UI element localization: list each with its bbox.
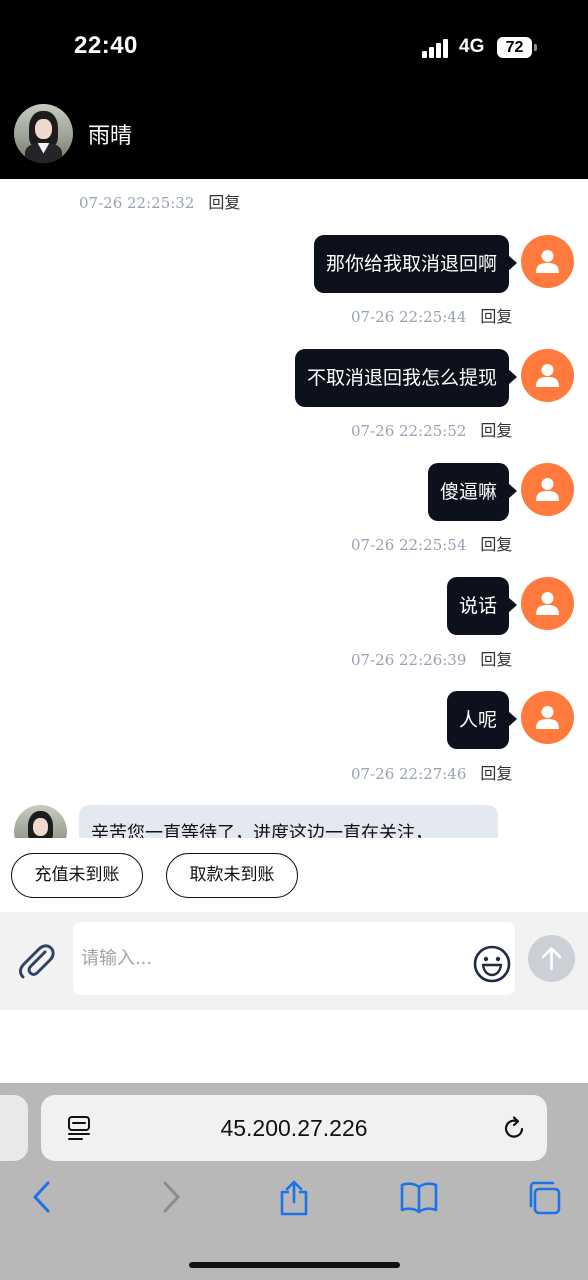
message-input[interactable]: [81, 922, 461, 995]
user-avatar: [521, 463, 574, 516]
address-bar[interactable]: 45.200.27.226: [41, 1095, 547, 1161]
emoji-icon[interactable]: [472, 944, 512, 988]
composer-bar: [0, 912, 588, 1010]
tabs-icon[interactable]: [526, 1180, 562, 1220]
reply-link[interactable]: 回复: [208, 193, 240, 212]
reply-link[interactable]: 回复: [480, 421, 512, 440]
previous-tab-preview[interactable]: [0, 1095, 28, 1161]
send-button[interactable]: [528, 935, 575, 982]
message-meta: 07-26 22:25:54 回复: [351, 531, 512, 555]
outgoing-message-bubble[interactable]: 人呢: [446, 691, 518, 749]
user-avatar: [521, 235, 574, 288]
quick-reply-bar: 充值未到账 取款未到账: [0, 838, 588, 912]
reply-link[interactable]: 回复: [480, 764, 512, 783]
message-timestamp: 07-26 22:27:46: [351, 765, 467, 783]
network-type: 4G: [459, 36, 485, 57]
contact-avatar[interactable]: [14, 104, 73, 163]
reply-link[interactable]: 回复: [480, 650, 512, 669]
battery-cap: [534, 44, 537, 51]
message-meta: 07-26 22:25:44 回复: [351, 303, 512, 327]
incoming-message-bubble[interactable]: 辛苦您一直等待了，进度这边一直在关注，: [79, 805, 498, 838]
user-avatar: [521, 349, 574, 402]
url-text[interactable]: 45.200.27.226: [41, 1115, 547, 1142]
message-timestamp: 07-26 22:26:39: [351, 651, 467, 669]
back-icon[interactable]: [31, 1180, 53, 1218]
forward-icon: [160, 1180, 182, 1218]
message-timestamp: 07-26 22:25:32: [79, 194, 195, 212]
reply-link[interactable]: 回复: [480, 307, 512, 326]
user-avatar: [521, 577, 574, 630]
outgoing-message-bubble[interactable]: 说话: [446, 577, 518, 635]
message-field[interactable]: [73, 922, 515, 995]
message-timestamp: 07-26 22:25:54: [351, 536, 467, 554]
arrow-up-icon: [541, 947, 562, 971]
agent-avatar: [14, 805, 67, 838]
browser-chrome: 45.200.27.226: [0, 1083, 588, 1280]
reload-icon[interactable]: [501, 1115, 527, 1145]
outgoing-message-bubble[interactable]: 傻逼嘛: [427, 463, 518, 521]
message-meta: 07-26 22:25:32 回复: [79, 189, 240, 213]
home-indicator[interactable]: [189, 1262, 400, 1268]
share-icon[interactable]: [279, 1180, 309, 1220]
user-avatar: [521, 691, 574, 744]
battery-icon: 72: [497, 37, 532, 58]
status-time: 22:40: [74, 32, 138, 59]
message-timestamp: 07-26 22:25:52: [351, 422, 467, 440]
attachment-icon[interactable]: [16, 940, 56, 984]
message-list[interactable]: 07-26 22:25:32 回复 那你给我取消退回啊 07-26 22:25:4…: [0, 179, 588, 838]
quick-reply-deposit-button[interactable]: 充值未到账: [11, 853, 143, 898]
reply-link[interactable]: 回复: [480, 535, 512, 554]
message-meta: 07-26 22:27:46 回复: [351, 760, 512, 784]
quick-reply-withdraw-button[interactable]: 取款未到账: [166, 853, 298, 898]
outgoing-message-bubble[interactable]: 那你给我取消退回啊: [313, 235, 518, 293]
chat-header: 22:40 4G 72 雨晴: [0, 0, 588, 179]
message-timestamp: 07-26 22:25:44: [351, 308, 467, 326]
outgoing-message-bubble[interactable]: 不取消退回我怎么提现: [294, 349, 518, 407]
contact-name: 雨晴: [88, 124, 133, 149]
message-meta: 07-26 22:26:39 回复: [351, 646, 512, 670]
signal-icon: [422, 38, 450, 58]
message-meta: 07-26 22:25:52 回复: [351, 417, 512, 441]
bookmarks-icon[interactable]: [400, 1180, 438, 1218]
